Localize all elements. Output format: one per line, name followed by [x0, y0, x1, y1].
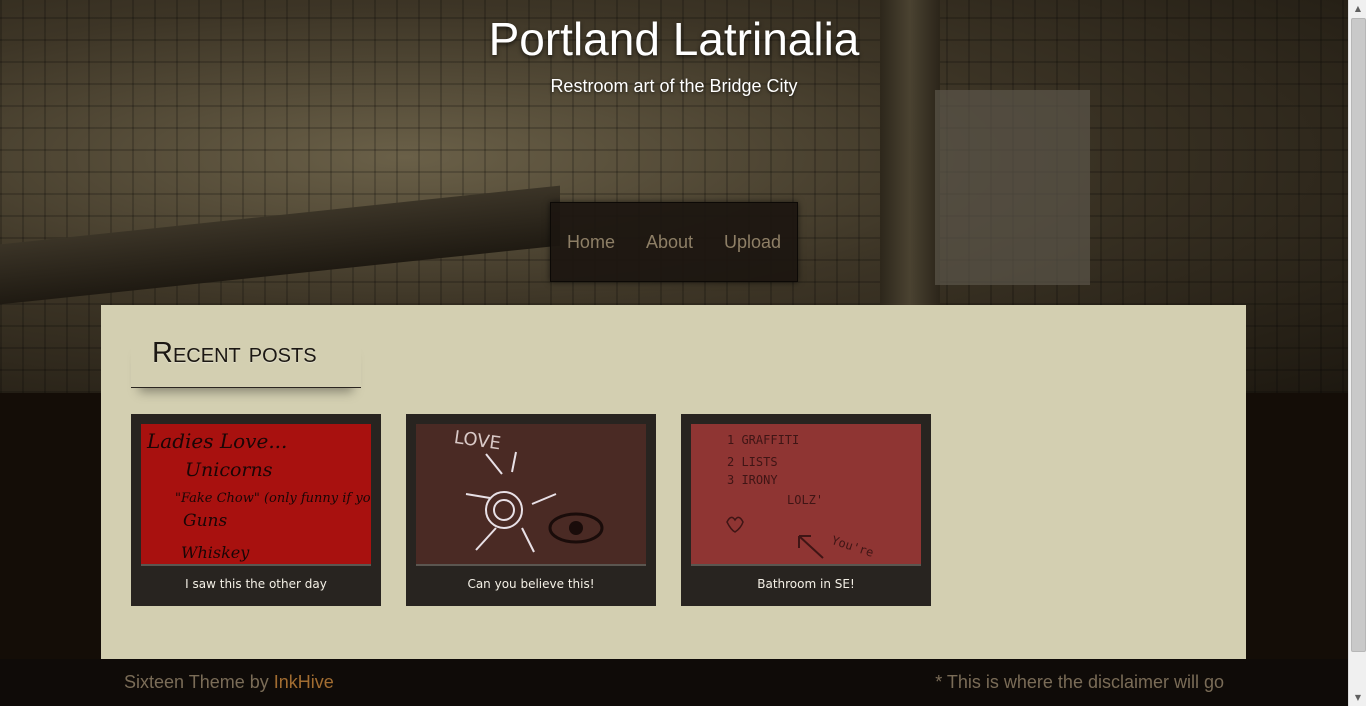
thumb-text: Guns	[183, 511, 227, 531]
post-thumbnail[interactable]: 1 GRAFFITI 2 LISTS 3 IRONY LOLZ' You're	[691, 424, 921, 566]
nav-item-about[interactable]: About	[646, 232, 693, 253]
main-nav: Home About Upload	[550, 202, 798, 282]
content-area: Recent posts Ladies Love... Unicorns "Fa…	[101, 305, 1246, 659]
wall-poster	[935, 90, 1090, 285]
scrollbar-thumb[interactable]	[1351, 18, 1366, 652]
nav-item-home[interactable]: Home	[567, 232, 615, 253]
thumb-text: LOLZ'	[787, 493, 823, 507]
section-title: Recent posts	[131, 335, 361, 388]
site-footer: Sixteen Theme by InkHive * This is where…	[0, 659, 1348, 706]
scroll-down-arrow-icon[interactable]: ▼	[1349, 689, 1366, 706]
scroll-up-arrow-icon[interactable]: ▲	[1349, 0, 1366, 17]
thumb-text: Ladies Love...	[146, 429, 287, 453]
theme-credit: Sixteen Theme by InkHive	[124, 672, 334, 693]
post-card[interactable]: LOVE Can you believe this!	[406, 414, 656, 606]
thumb-text: Unicorns	[185, 459, 273, 481]
post-card[interactable]: Ladies Love... Unicorns "Fake Chow" (onl…	[131, 414, 381, 606]
thumb-text: Whiskey	[181, 543, 250, 562]
site-title[interactable]: Portland Latrinalia	[0, 12, 1348, 66]
post-caption[interactable]: Can you believe this!	[406, 577, 656, 591]
thumb-text: "Fake Chow" (only funny if you...	[175, 491, 371, 506]
footer-disclaimer: * This is where the disclaimer will go	[935, 672, 1224, 692]
post-caption[interactable]: I saw this the other day	[131, 577, 381, 591]
post-caption[interactable]: Bathroom in SE!	[681, 577, 931, 591]
sink-ledge	[0, 185, 560, 305]
section-title-text: Recent posts	[152, 337, 317, 369]
post-thumbnail[interactable]: LOVE	[416, 424, 646, 566]
post-thumbnail[interactable]: Ladies Love... Unicorns "Fake Chow" (onl…	[141, 424, 371, 566]
vertical-scrollbar[interactable]: ▲ ▼	[1348, 0, 1366, 706]
inkhive-link[interactable]: InkHive	[274, 672, 334, 692]
post-card[interactable]: 1 GRAFFITI 2 LISTS 3 IRONY LOLZ' You're …	[681, 414, 931, 606]
nav-item-upload[interactable]: Upload	[724, 232, 781, 253]
site-tagline: Restroom art of the Bridge City	[550, 76, 798, 96]
thumb-text: 2 LISTS	[727, 455, 778, 469]
thumb-text: 3 IRONY	[727, 473, 778, 487]
credit-prefix: Sixteen Theme by	[124, 672, 274, 692]
thumb-text: 1 GRAFFITI	[727, 433, 799, 447]
